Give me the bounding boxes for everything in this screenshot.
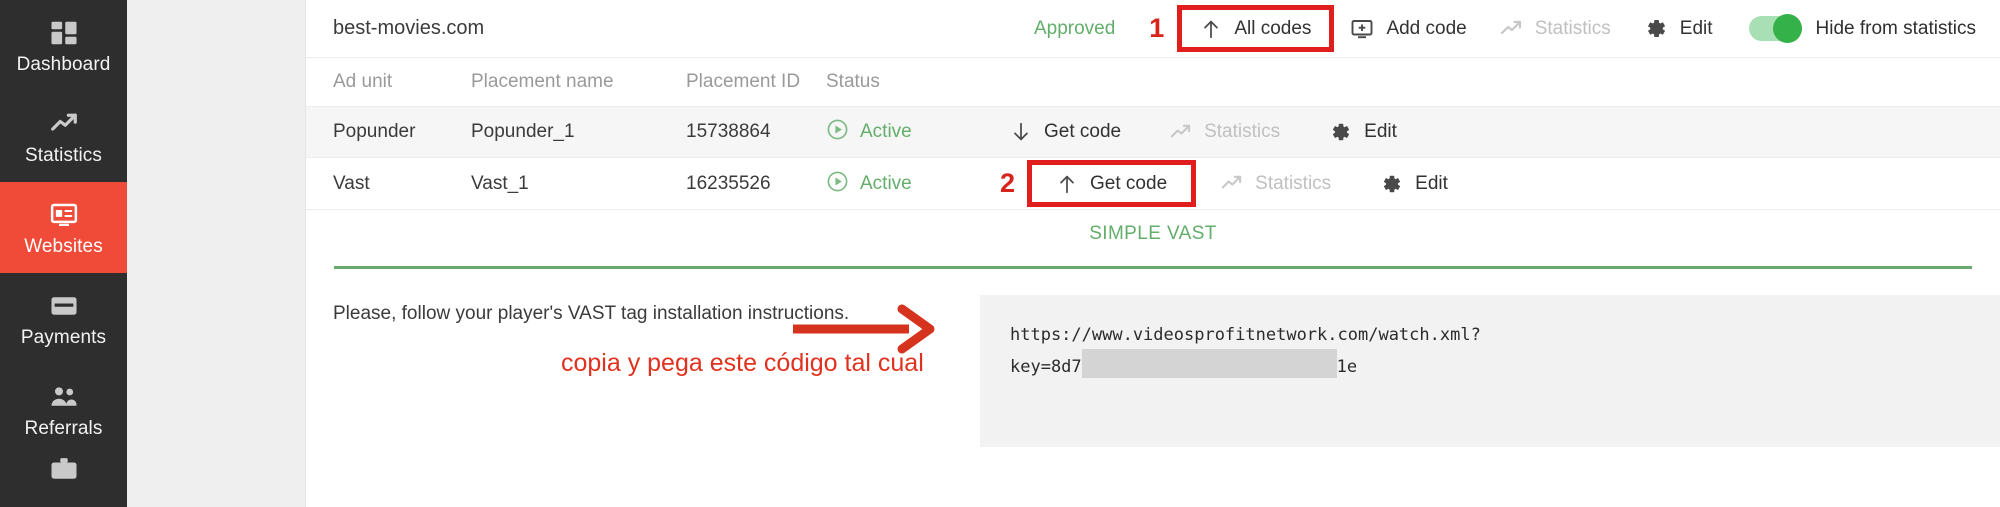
row-actions: Get code Statistics Edit <box>986 107 1421 157</box>
row-edit-button[interactable]: Edit <box>1355 158 1472 209</box>
table-row[interactable]: Popunder Popunder_1 15738864 Active Get … <box>306 106 2000 158</box>
header-statistics-label: Statistics <box>1534 17 1611 39</box>
column-header-ad-unit: Ad unit <box>333 71 393 92</box>
code-line-url: https://www.videosprofitnetwork.com/watc… <box>1010 325 1481 345</box>
sidebar-item-dashboard[interactable]: Dashboard <box>0 0 127 91</box>
page-gutter <box>127 0 305 507</box>
all-codes-label: All codes <box>1234 17 1312 39</box>
sidebar-item-label: Payments <box>20 326 107 348</box>
briefcase-icon <box>49 455 79 485</box>
spanish-annotation-text: copia y pega este código tal cual <box>561 349 924 377</box>
add-code-button[interactable]: Add code <box>1334 0 1482 57</box>
toggle-knob <box>1772 14 1802 43</box>
get-code-button[interactable]: Get code <box>986 107 1145 157</box>
get-code-label: Get code <box>1044 121 1122 142</box>
get-code-label: Get code <box>1090 172 1168 194</box>
cell-status: Active <box>826 118 956 146</box>
row-actions: 2 Get code Statistics Edit <box>986 158 1472 209</box>
add-code-label: Add code <box>1386 17 1467 39</box>
dashboard-icon <box>49 18 79 48</box>
header-edit-button[interactable]: Edit <box>1627 0 1729 57</box>
active-play-icon <box>826 170 849 198</box>
header-actions: Approved 1 All codes Add code Statistics… <box>1034 0 1990 57</box>
status-label: Active <box>860 121 912 142</box>
placements-table: Ad unit Placement name Placement ID Stat… <box>306 58 2000 210</box>
step-marker-1: 1 <box>1149 13 1165 43</box>
status-badge: Approved <box>1033 17 1116 39</box>
arrow-down-icon <box>1010 120 1032 144</box>
cell-placement-name: Vast_1 <box>471 172 529 194</box>
sidebar-item-label: Websites <box>24 235 103 257</box>
hide-from-statistics-label: Hide from statistics <box>1815 17 1976 39</box>
trend-up-icon <box>1220 172 1243 195</box>
all-codes-button[interactable]: All codes <box>1177 5 1335 52</box>
column-header-status: Status <box>826 71 880 92</box>
cell-placement-id: 16235526 <box>686 172 771 194</box>
page-title: best-movies.com <box>333 17 485 39</box>
arrow-up-icon <box>1056 172 1078 196</box>
sidebar: Dashboard Statistics Websites Payments R <box>0 0 127 507</box>
row-statistics-button[interactable]: Statistics <box>1196 158 1355 209</box>
code-section: Please, follow your player's VAST tag in… <box>306 269 2000 447</box>
simple-vast-title-row: SIMPLE VAST <box>306 210 2000 258</box>
sidebar-item-websites[interactable]: Websites <box>0 182 127 273</box>
gear-icon <box>1643 16 1668 41</box>
code-key-prefix: key=8d7 <box>1010 357 1082 377</box>
header-edit-label: Edit <box>1679 17 1713 39</box>
trend-up-icon <box>1169 121 1192 144</box>
cell-placement-id: 15738864 <box>686 121 771 142</box>
step-marker-2: 2 <box>1000 168 1016 198</box>
add-code-icon <box>1350 17 1374 41</box>
sidebar-item-payments[interactable]: Payments <box>0 273 127 364</box>
simple-vast-title: SIMPLE VAST <box>1089 223 1217 244</box>
column-header-placement-id: Placement ID <box>686 71 801 92</box>
arrow-up-icon <box>1200 17 1222 41</box>
active-play-icon <box>826 118 849 146</box>
toggle-switch[interactable] <box>1748 14 1802 43</box>
row-edit-label: Edit <box>1415 172 1448 194</box>
row-statistics-label: Statistics <box>1255 172 1332 194</box>
site-header: best-movies.com Approved 1 All codes Add… <box>306 0 2000 58</box>
sidebar-item-label: Dashboard <box>16 53 111 75</box>
trend-up-icon <box>49 109 79 139</box>
credit-card-icon <box>49 291 79 321</box>
websites-icon <box>49 200 79 230</box>
cell-placement-name: Popunder_1 <box>471 121 575 142</box>
status-label: Active <box>860 172 912 194</box>
sidebar-item-label: Statistics <box>24 144 103 166</box>
code-line-key: key=8d7 1e <box>1010 349 2000 381</box>
get-code-button[interactable]: Get code <box>1027 160 1197 207</box>
instruction-column: Please, follow your player's VAST tag in… <box>306 295 956 447</box>
row-statistics-button[interactable]: Statistics <box>1145 107 1304 157</box>
sidebar-item-statistics[interactable]: Statistics <box>0 91 127 182</box>
sidebar-item-referrals[interactable]: Referrals <box>0 364 127 455</box>
column-header-placement-name: Placement name <box>471 71 614 92</box>
row-edit-label: Edit <box>1364 121 1397 142</box>
cell-ad-unit: Vast <box>333 172 370 194</box>
app-root: Dashboard Statistics Websites Payments R <box>0 0 2000 507</box>
hide-from-statistics-toggle[interactable]: Hide from statistics <box>1729 14 1990 43</box>
main-panel: best-movies.com Approved 1 All codes Add… <box>305 0 2000 507</box>
sidebar-item-briefcase[interactable] <box>0 455 127 507</box>
cell-ad-unit: Popunder <box>333 121 416 142</box>
cell-status: Active <box>826 170 956 198</box>
vast-code-box[interactable]: https://www.videosprofitnetwork.com/watc… <box>980 295 2000 447</box>
sidebar-item-label: Referrals <box>24 417 103 439</box>
redaction-box <box>1081 349 1337 378</box>
people-icon <box>49 382 79 412</box>
code-key-suffix: 1e <box>1336 357 1358 377</box>
table-header-row: Ad unit Placement name Placement ID Stat… <box>306 58 2000 106</box>
gear-icon <box>1328 120 1352 144</box>
gear-icon <box>1379 172 1403 196</box>
trend-up-icon <box>1499 17 1523 41</box>
header-statistics-button[interactable]: Statistics <box>1483 0 1627 57</box>
row-edit-button[interactable]: Edit <box>1304 107 1421 157</box>
table-row[interactable]: Vast Vast_1 16235526 Active 2 Get code S… <box>306 158 2000 210</box>
row-statistics-label: Statistics <box>1204 121 1281 142</box>
